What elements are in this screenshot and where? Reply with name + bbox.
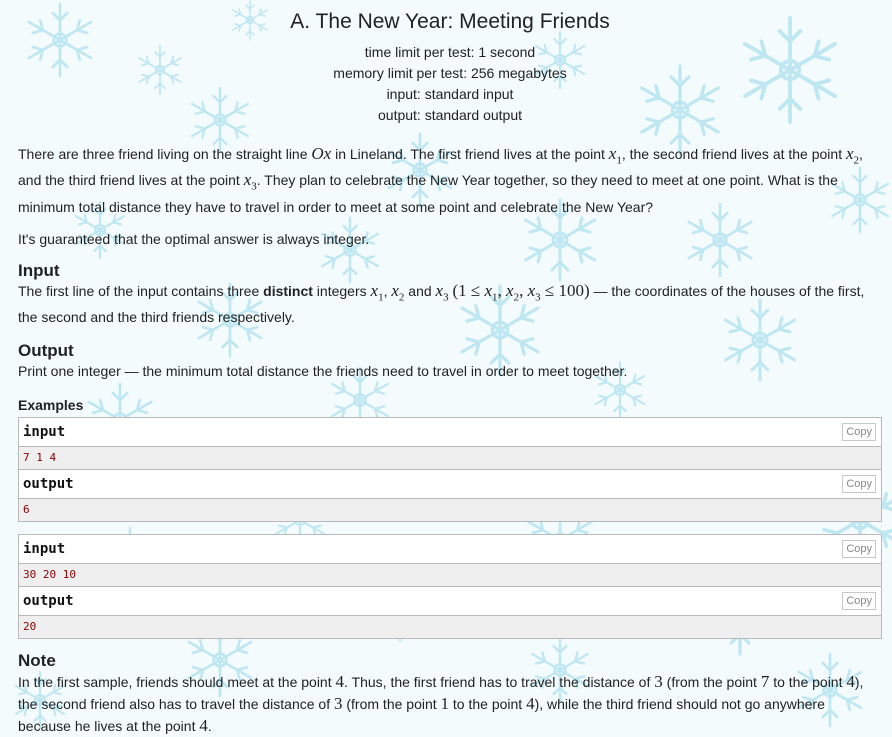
- sample-test-2: input Copy 30 20 10 output Copy 20: [18, 534, 882, 640]
- math-ox: Ox: [311, 144, 332, 163]
- legend-text: There are three friend living on the str…: [18, 146, 312, 162]
- input-spec-bold: distinct: [263, 282, 313, 299]
- sample-input-data: 30 20 10: [19, 563, 881, 587]
- problem-title: A. The New Year: Meeting Friends: [290, 10, 610, 33]
- math-x1: x1: [370, 280, 384, 304]
- sample-output-data: 6: [19, 498, 881, 522]
- input-spec-text: integers: [312, 282, 371, 299]
- copy-input-button[interactable]: Copy: [842, 423, 876, 442]
- output-file: output: standard output: [378, 107, 522, 123]
- sample-test-1: input Copy 7 1 4 output Copy 6: [18, 417, 882, 523]
- output-specification: Print one integer — the minimum total di…: [18, 363, 628, 380]
- input-specification: The first line of the input contains thr…: [18, 280, 865, 326]
- math-x2: x2: [391, 280, 405, 304]
- input-section-title: Input: [18, 260, 60, 280]
- sample-output-label: output: [23, 593, 74, 610]
- sample-output-header: output Copy: [19, 586, 881, 616]
- time-limit: time limit per test: 1 second: [364, 44, 536, 60]
- sample-output-label: output: [23, 476, 74, 493]
- copy-output-button[interactable]: Copy: [842, 592, 876, 611]
- note-section-title: Note: [18, 651, 56, 671]
- problem-statement: A. The New Year: Meeting Friends time li…: [0, 0, 892, 737]
- input-file: input: standard input: [386, 86, 514, 102]
- copy-output-button[interactable]: Copy: [842, 475, 876, 494]
- sample-input-label: input: [23, 541, 66, 558]
- input-spec-text: The first line of the input contains thr…: [18, 282, 264, 299]
- math-x2: x2: [845, 144, 860, 167]
- sample-input-data: 7 1 4: [19, 446, 881, 470]
- math-x1: x1: [608, 144, 622, 167]
- memory-limit: memory limit per test: 256 megabytes: [333, 65, 567, 81]
- copy-input-button[interactable]: Copy: [842, 540, 876, 559]
- legend-text: in Lineland. The first friend lives at t…: [331, 146, 609, 162]
- examples-title: Examples: [18, 397, 84, 414]
- sample-input-label: input: [23, 424, 66, 441]
- legend-paragraph: There are three friend living on the str…: [18, 144, 874, 217]
- math-constraint: (1 ≤ x1, x2, x3 ≤ 100): [452, 280, 590, 304]
- output-section-title: Output: [18, 341, 74, 361]
- sample-output-data: 20: [19, 615, 881, 639]
- guarantee-paragraph: It's guaranteed that the optimal answer …: [18, 230, 370, 247]
- input-spec-text: and: [404, 282, 436, 299]
- legend-text: , the second friend lives at the point: [621, 146, 846, 162]
- note-text: In the first sample, friends should meet…: [18, 672, 864, 736]
- problem-header: A. The New Year: Meeting Friends time li…: [18, 0, 882, 126]
- sample-input-header: input Copy: [19, 535, 881, 564]
- math-x3: x3: [435, 280, 449, 304]
- sample-input-header: input Copy: [19, 418, 881, 447]
- sample-output-header: output Copy: [19, 469, 881, 499]
- math-x3: x3: [243, 170, 257, 193]
